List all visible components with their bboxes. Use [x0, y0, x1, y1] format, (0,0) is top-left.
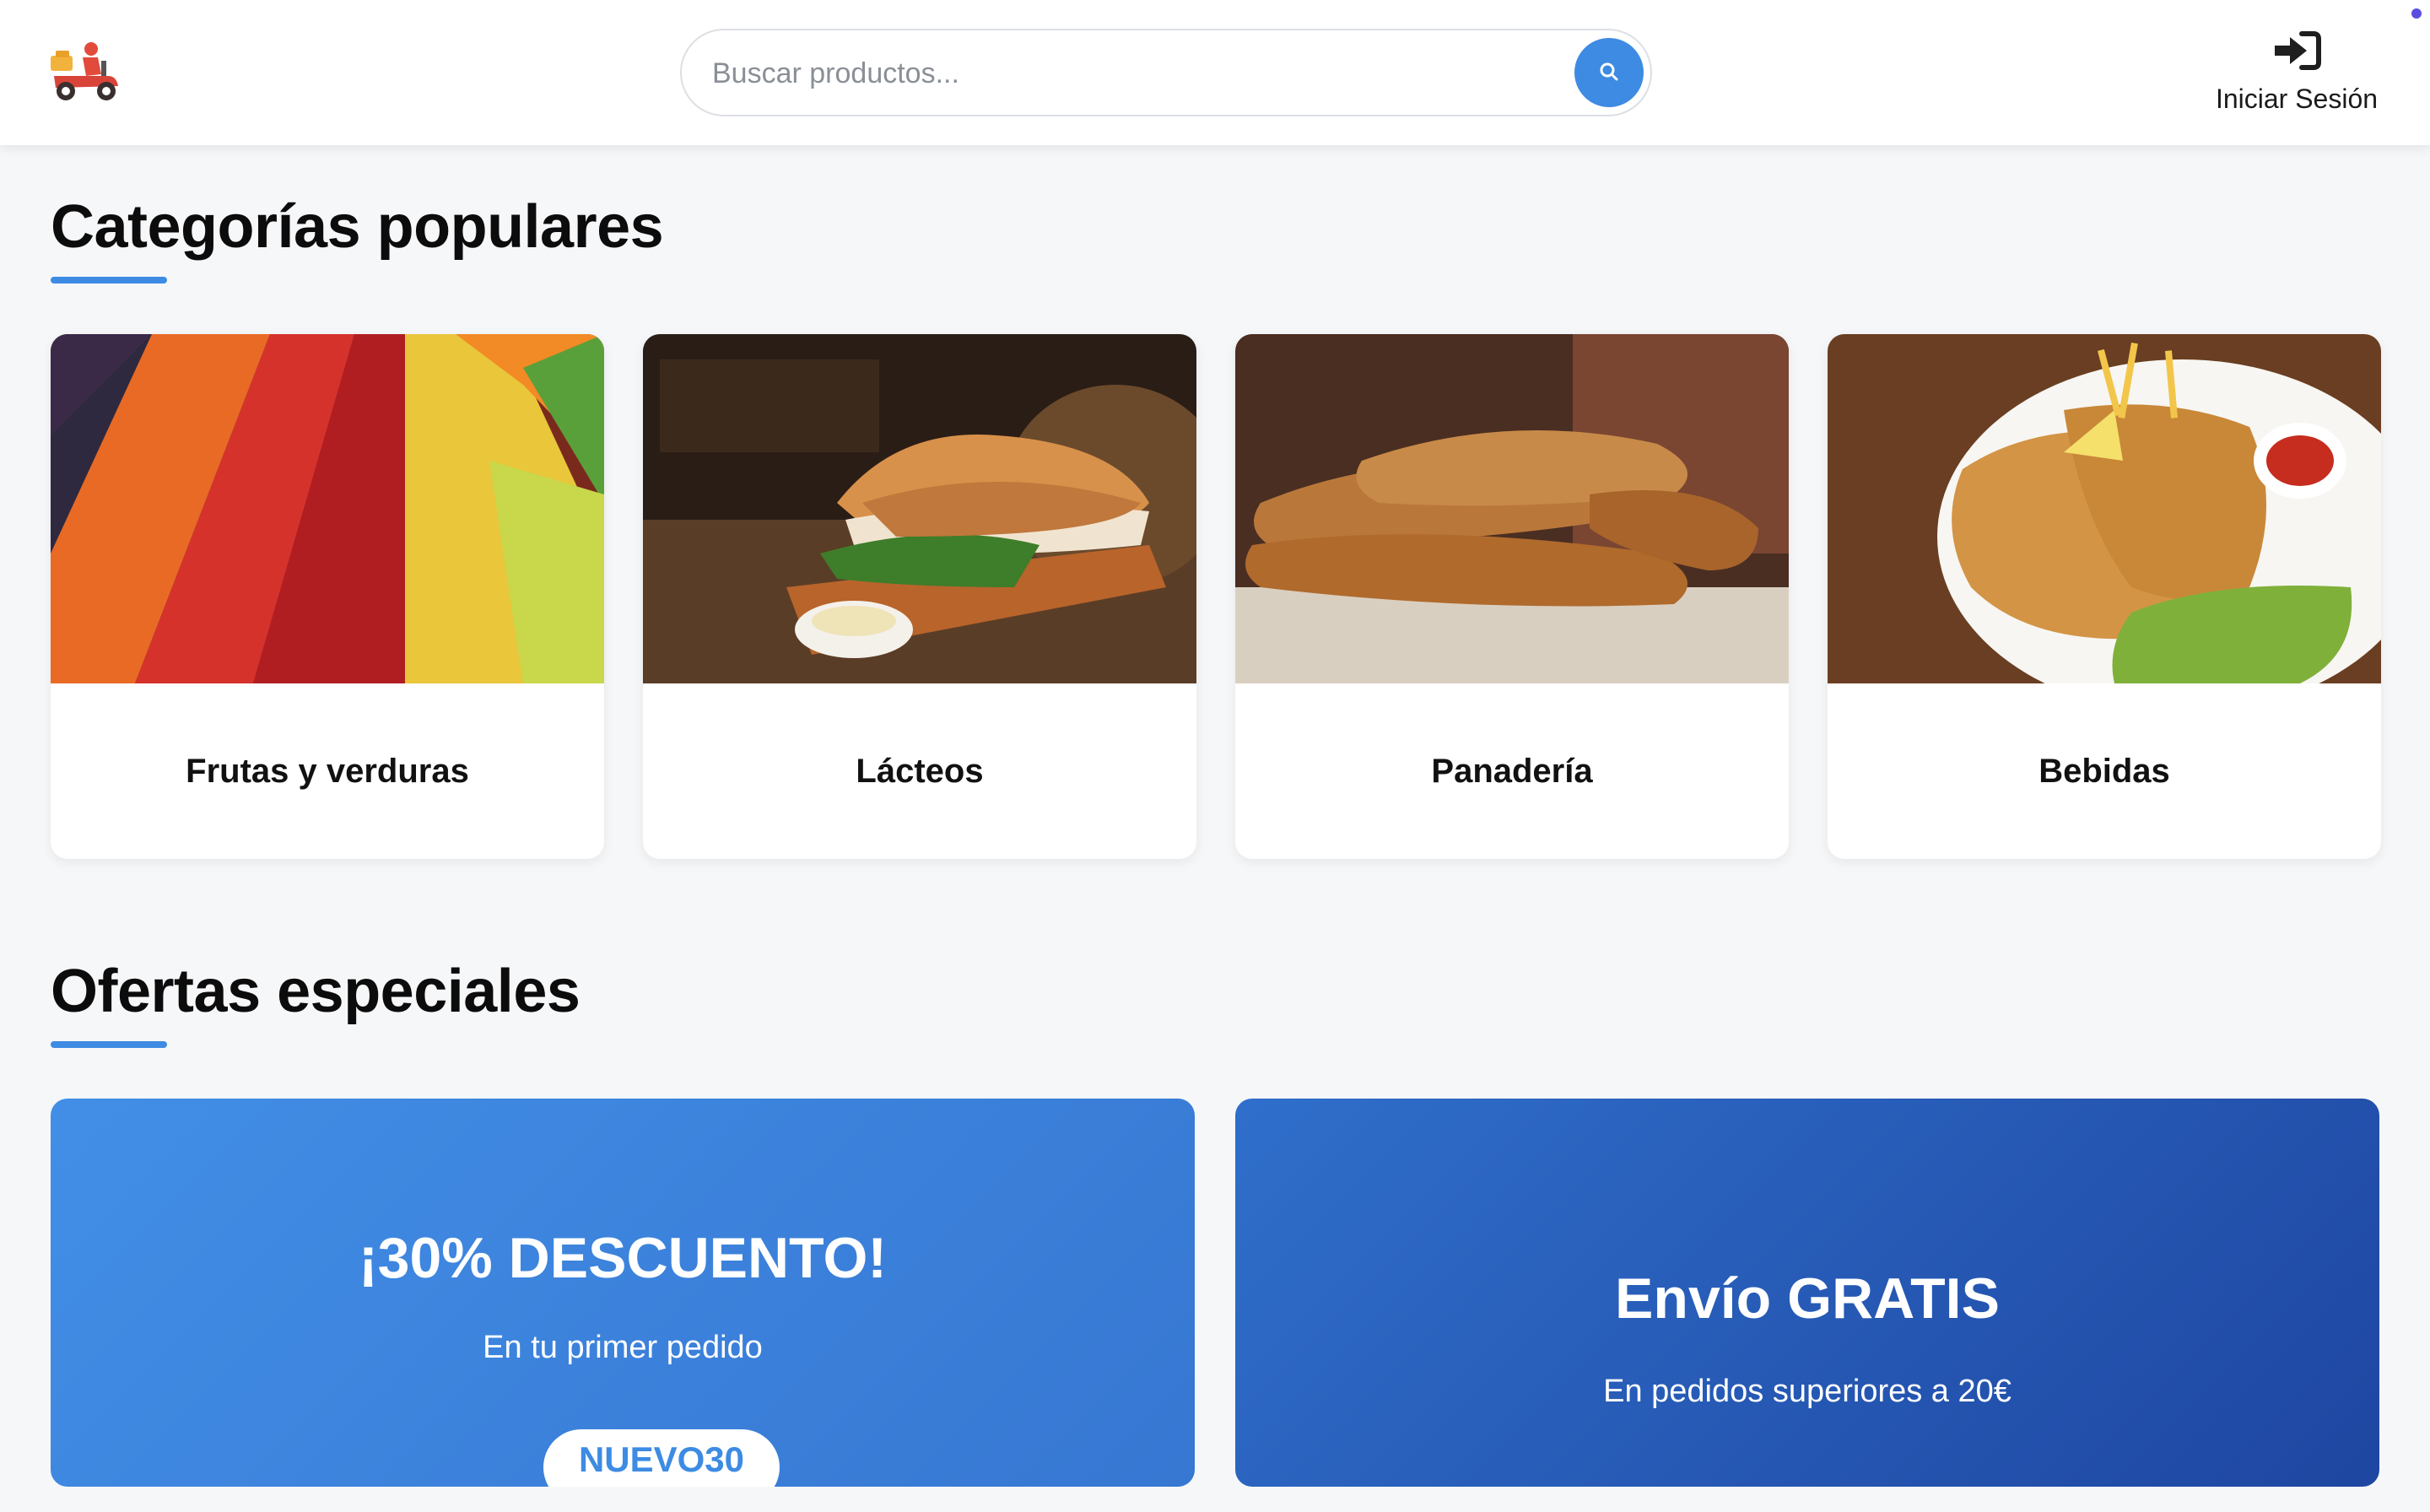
categories-title: Categorías populares	[51, 193, 664, 261]
offer-card-free-shipping[interactable]: Envío GRATIS En pedidos superiores a 20€	[1235, 1099, 2379, 1487]
login-button[interactable]: Iniciar Sesión	[2212, 30, 2381, 123]
category-label: Lácteos	[856, 752, 984, 790]
category-card-bakery[interactable]: Panadería	[1235, 334, 1789, 859]
offers-title: Ofertas especiales	[51, 958, 580, 1025]
category-card-fruits-vegetables[interactable]: Frutas y verduras	[51, 334, 604, 859]
offer-subtitle: En pedidos superiores a 20€	[1603, 1374, 2012, 1409]
category-card-drinks[interactable]: Bebidas	[1828, 334, 2381, 859]
delivery-scooter-icon[interactable]	[49, 39, 122, 105]
top-header: Iniciar Sesión	[0, 0, 2430, 145]
category-label: Bebidas	[2038, 752, 2170, 790]
fruits-vegetables-image	[51, 334, 604, 683]
search-icon	[1598, 61, 1620, 85]
offer-title: Envío GRATIS	[1615, 1266, 2000, 1331]
offer-title: ¡30% DESCUENTO!	[359, 1226, 887, 1290]
promo-code-badge[interactable]: NUEVO30	[543, 1429, 780, 1487]
category-card-dairy[interactable]: Lácteos	[643, 334, 1196, 859]
search-bar	[680, 29, 1652, 116]
search-button[interactable]	[1574, 38, 1644, 107]
sign-in-icon	[2271, 30, 2322, 75]
offers-title-underline	[51, 1041, 167, 1048]
baguettes-image	[1235, 334, 1789, 683]
status-dot	[2411, 8, 2422, 19]
category-label: Frutas y verduras	[186, 752, 469, 790]
offer-subtitle: En tu primer pedido	[483, 1330, 763, 1365]
categories-title-underline	[51, 277, 167, 284]
offer-card-discount[interactable]: ¡30% DESCUENTO! En tu primer pedido NUEV…	[51, 1099, 1195, 1487]
login-label: Iniciar Sesión	[2215, 84, 2379, 114]
search-input[interactable]	[712, 49, 1539, 98]
schnitzel-plate-image	[1828, 334, 2381, 683]
sandwich-image	[643, 334, 1196, 683]
category-label: Panadería	[1431, 752, 1593, 790]
